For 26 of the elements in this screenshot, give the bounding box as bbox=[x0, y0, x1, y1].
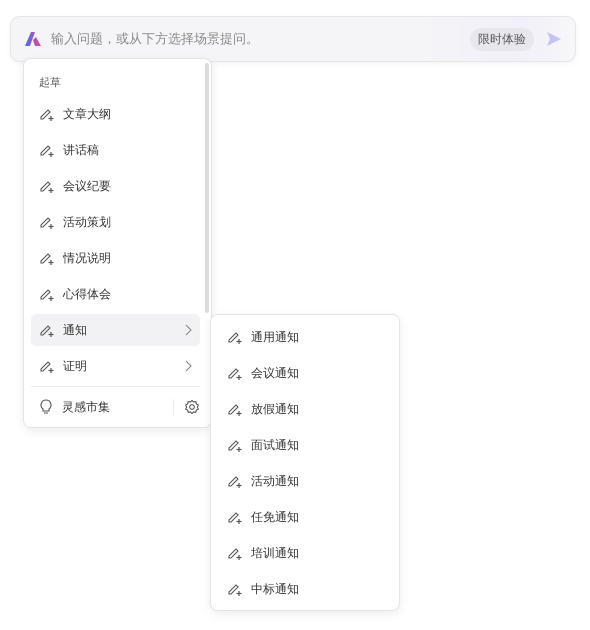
submenu-item[interactable]: 会议通知 bbox=[219, 357, 391, 389]
chevron-right-icon bbox=[184, 360, 192, 372]
submenu-item[interactable]: 面试通知 bbox=[219, 429, 391, 461]
lightbulb-icon bbox=[39, 399, 53, 415]
logo-icon bbox=[24, 31, 42, 47]
send-icon[interactable] bbox=[546, 31, 562, 47]
menu-item[interactable]: 文章大纲 bbox=[31, 98, 200, 130]
submenu-item[interactable]: 通用通知 bbox=[219, 321, 391, 353]
inspiration-market-link[interactable]: 灵感市集 bbox=[39, 398, 110, 416]
menu-item[interactable]: 通知 bbox=[31, 314, 200, 346]
menu-item[interactable]: 讲话稿 bbox=[31, 134, 200, 166]
menu-item[interactable]: 证明 bbox=[31, 350, 200, 382]
submenu-item[interactable]: 任免通知 bbox=[219, 501, 391, 533]
menu-item[interactable]: 情况说明 bbox=[31, 242, 200, 274]
submenu-item[interactable]: 放假通知 bbox=[219, 393, 391, 425]
trial-badge: 限时体验 bbox=[470, 28, 534, 50]
menu-item[interactable]: 会议纪要 bbox=[31, 170, 200, 202]
submenu-item[interactable]: 中标通知 bbox=[219, 573, 391, 605]
submenu-item[interactable]: 活动通知 bbox=[219, 465, 391, 497]
chevron-right-icon bbox=[184, 324, 192, 336]
settings-icon[interactable] bbox=[173, 399, 200, 415]
menu-item[interactable]: 心得体会 bbox=[31, 278, 200, 310]
scrollbar[interactable] bbox=[205, 63, 209, 313]
submenu-item[interactable]: 培训通知 bbox=[219, 537, 391, 569]
menu-item[interactable]: 活动策划 bbox=[31, 206, 200, 238]
section-title: 起草 bbox=[38, 75, 62, 91]
